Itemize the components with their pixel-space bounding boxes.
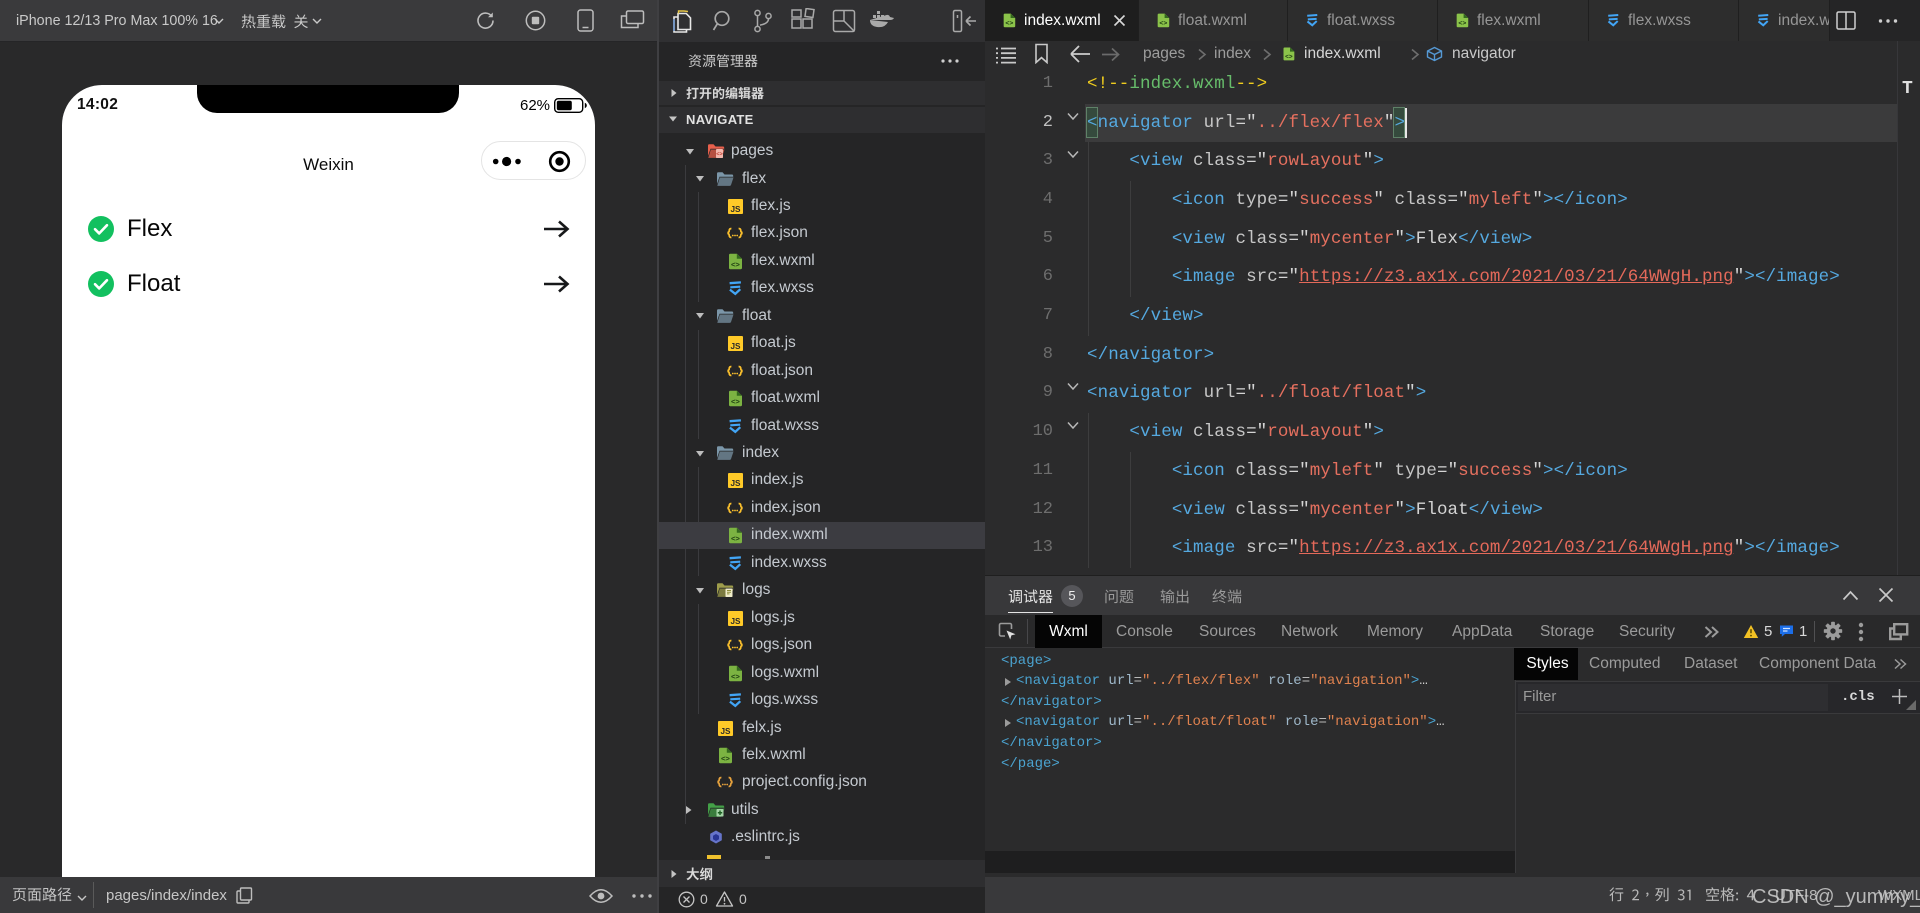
svg-text:JS: JS	[730, 479, 741, 488]
svg-text:JS: JS	[730, 342, 741, 351]
svg-text:<>: <>	[731, 397, 740, 406]
svg-text:JS: JS	[730, 205, 741, 214]
svg-text:<>: <>	[1458, 20, 1466, 27]
svg-text:<>: <>	[731, 671, 740, 680]
svg-text:<>: <>	[731, 260, 740, 269]
svg-text:JS: JS	[730, 616, 741, 625]
svg-text:<>: <>	[716, 152, 722, 158]
svg-text:JS: JS	[720, 726, 731, 735]
svg-text:<>: <>	[731, 534, 740, 543]
svg-text:<>: <>	[721, 754, 730, 763]
svg-text:<>: <>	[1005, 20, 1013, 27]
svg-text:<>: <>	[1285, 53, 1293, 60]
svg-text:<>: <>	[1159, 20, 1167, 27]
